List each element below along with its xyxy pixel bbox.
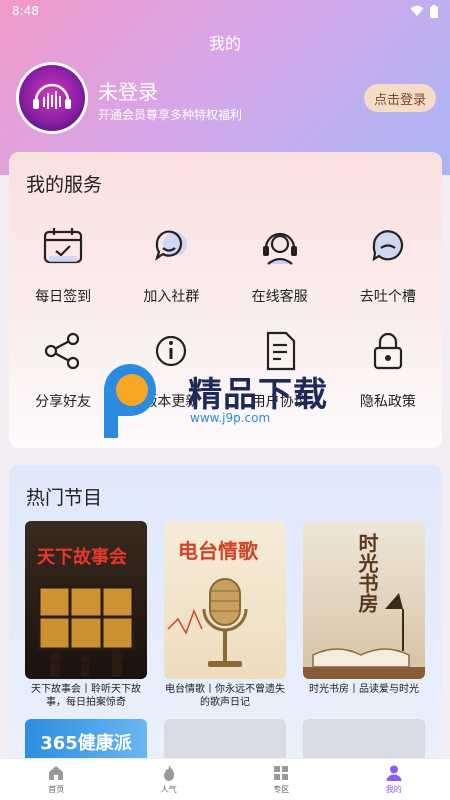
document-icon — [266, 331, 295, 371]
book-lamp-icon — [303, 593, 425, 679]
program-cover: 时光书房 — [303, 521, 425, 679]
tab-home[interactable]: 首页 — [0, 759, 113, 800]
services-grid: 每日签到 加入社群 在线客服 去吐个槽 分享好友 版本更新 用户协议 隐私政策 — [9, 222, 442, 442]
programs-list: 天下故事会 天下故事会丨聆听天下故事，每日拍案惊奇 电台情歌 电台情歌丨你永远不… — [25, 521, 425, 764]
feedback-icon — [372, 230, 403, 262]
microphone-icon — [167, 578, 248, 667]
service-label: 在线客服 — [251, 289, 308, 305]
service-share-friends[interactable]: 分享好友 — [9, 327, 117, 432]
service-label: 用户协议 — [251, 394, 308, 410]
page-title: 我的 — [208, 34, 241, 53]
program-item[interactable]: 天下故事会 天下故事会丨聆听天下故事，每日拍案惊奇 — [25, 521, 147, 709]
hot-programs-card: 热门节目 天下故事会 天下故事会丨聆听天下故事，每日拍案惊奇 电台情歌 电台情歌… — [9, 465, 442, 765]
headset-icon — [262, 232, 297, 265]
wifi-icon — [410, 5, 424, 16]
avatar[interactable] — [16, 62, 88, 134]
user-icon — [386, 765, 402, 781]
service-privacy-policy[interactable]: 隐私政策 — [334, 327, 442, 432]
home-icon — [49, 766, 64, 780]
service-daily-checkin[interactable]: 每日签到 — [9, 222, 117, 327]
service-label: 去吐个槽 — [359, 289, 416, 305]
program-cover-title: 电台情歌 — [178, 539, 258, 563]
services-title: 我的服务 — [26, 174, 103, 196]
grid-icon — [274, 766, 289, 780]
service-online-support[interactable]: 在线客服 — [226, 222, 334, 327]
calendar-check-icon — [44, 228, 83, 264]
profile-name[interactable]: 未登录 — [98, 76, 158, 105]
battery-icon — [430, 4, 438, 18]
tab-popular[interactable]: 人气 — [113, 759, 226, 800]
service-version-update[interactable]: 版本更新 — [117, 327, 225, 432]
hot-programs-title: 热门节目 — [26, 487, 103, 509]
service-label: 分享好友 — [35, 394, 92, 410]
program-item[interactable]: 电台情歌 电台情歌丨你永远不曾遗失的歌声日记 — [164, 521, 286, 709]
service-feedback[interactable]: 去吐个槽 — [334, 222, 442, 327]
program-cover-title: 天下故事会 — [37, 547, 127, 568]
fire-icon — [163, 765, 174, 781]
program-caption[interactable]: 时光书房丨品读爱与时光 — [303, 683, 425, 696]
service-label: 版本更新 — [143, 394, 200, 410]
chat-bubbles-icon — [155, 230, 188, 261]
service-label: 每日签到 — [35, 289, 92, 305]
bottom-tab-bar: 首页 人气 专区 我的 — [0, 758, 450, 800]
tab-label: 首页 — [48, 785, 65, 794]
program-cover: 天下故事会 — [25, 521, 147, 679]
login-button[interactable]: 点击登录 — [364, 84, 436, 112]
tab-label: 人气 — [160, 785, 177, 794]
profile-section: 未登录 开通会员尊享多种特权福利 点击登录 — [16, 62, 436, 134]
service-label: 加入社群 — [143, 289, 200, 305]
tab-zone[interactable]: 专区 — [225, 759, 338, 800]
tab-mine[interactable]: 我的 — [338, 759, 450, 800]
service-user-agreement[interactable]: 用户协议 — [226, 327, 334, 432]
service-join-community[interactable]: 加入社群 — [117, 222, 225, 327]
lock-icon — [373, 332, 402, 370]
status-time: 8:48 — [12, 4, 39, 18]
info-icon — [156, 335, 187, 367]
avatar-logo-icon — [19, 65, 85, 131]
share-icon — [45, 332, 80, 370]
profile-subtitle: 开通会员尊享多种特权福利 — [98, 108, 243, 122]
services-card: 我的服务 每日签到 加入社群 在线客服 去吐个槽 分享好友 版本更新 用户协议 … — [9, 152, 442, 448]
program-cover-title: 365健康派 — [40, 732, 132, 754]
status-bar: 8:48 — [0, 0, 450, 22]
status-icons — [410, 4, 438, 18]
program-item[interactable]: 时光书房 时光书房丨品读爱与时光 — [303, 521, 425, 709]
program-cover: 电台情歌 — [164, 521, 286, 679]
tab-label: 专区 — [273, 785, 290, 794]
service-label: 隐私政策 — [359, 394, 416, 410]
tab-label: 我的 — [385, 785, 402, 794]
program-caption[interactable]: 天下故事会丨聆听天下故事，每日拍案惊奇 — [25, 683, 147, 709]
story-scene-icon — [37, 585, 135, 677]
program-caption[interactable]: 电台情歌丨你永远不曾遗失的歌声日记 — [164, 683, 286, 709]
